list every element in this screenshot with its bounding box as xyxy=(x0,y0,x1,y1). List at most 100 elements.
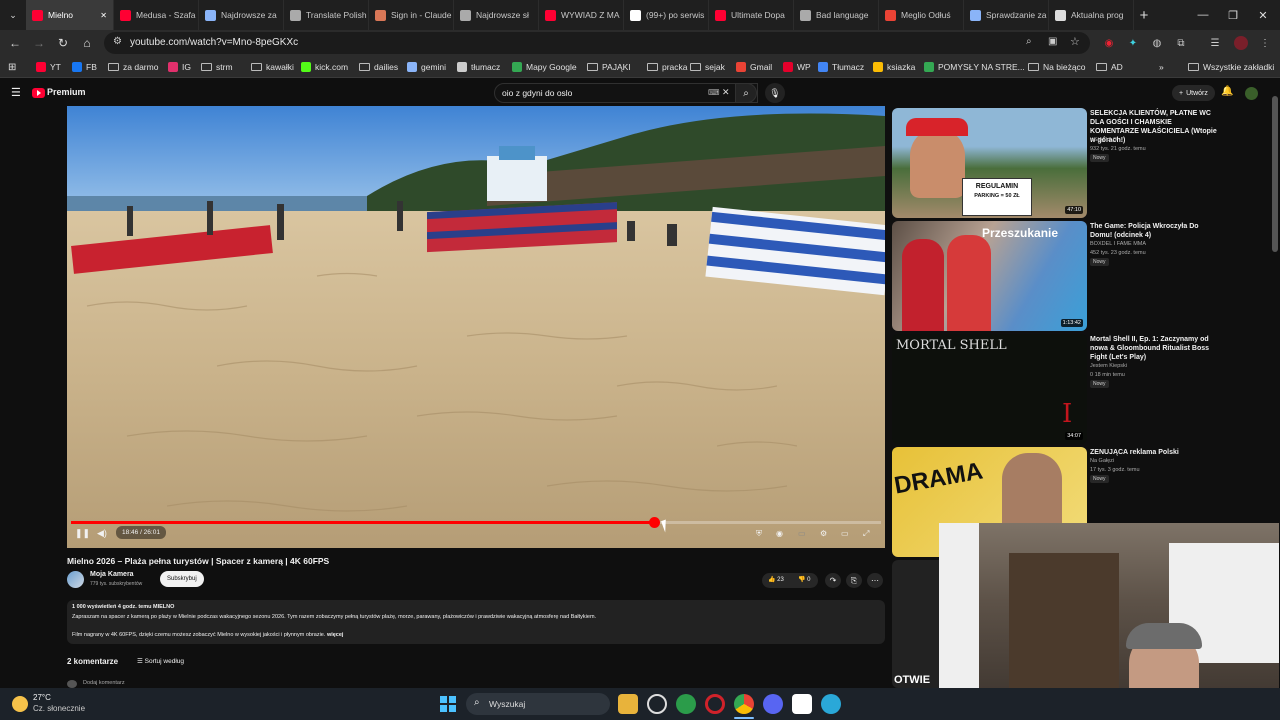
all-bookmarks-folder[interactable]: Wszystkie zakładki xyxy=(1188,60,1274,74)
channel-name[interactable]: Moja Kamera xyxy=(90,571,134,578)
autoplay-toggle-icon[interactable]: ◉ xyxy=(776,529,783,538)
bookmark-10[interactable]: tłumacz xyxy=(457,60,500,74)
hamburger-menu-icon[interactable]: ☰ xyxy=(11,86,21,99)
reading-list-icon[interactable]: ☰ xyxy=(1208,36,1222,50)
browser-tab-5[interactable]: Sign in - Claude xyxy=(369,0,454,30)
weather-desc[interactable]: Cz. słonecznie xyxy=(33,704,85,713)
extension-icon[interactable]: ✦ xyxy=(1126,36,1140,50)
create-button[interactable]: + Utwórz xyxy=(1172,85,1215,101)
rec-thumbnail-3[interactable]: MORTAL SHELL I 34:07 xyxy=(892,334,1087,444)
channel-avatar[interactable] xyxy=(67,571,84,588)
menu-kebab-icon[interactable]: ⋮ xyxy=(1258,36,1272,50)
record-extension-icon[interactable]: ◉ xyxy=(1102,36,1116,50)
close-window-button[interactable]: ✕ xyxy=(1244,0,1280,30)
browser-tab-8[interactable]: (99+) po serwis xyxy=(624,0,709,30)
bookmark-18[interactable]: ksiazka xyxy=(873,60,915,74)
search-button-icon[interactable]: ⌕ xyxy=(735,83,757,103)
extensions-puzzle-icon[interactable]: ⧉ xyxy=(1174,36,1188,50)
bookmark-6[interactable]: kawałki xyxy=(251,60,294,74)
browser-tab-6[interactable]: Najdrowsze sł xyxy=(454,0,539,30)
url-text[interactable]: youtube.com/watch?v=Mno-8peGKXc xyxy=(130,37,298,48)
rec-thumbnail-1[interactable]: REGULAMIN PARKING = 50 ZŁ 47:10 xyxy=(892,108,1087,218)
bookmark-17[interactable]: Tłumacz xyxy=(818,60,864,74)
volume-icon[interactable]: ◀) xyxy=(97,528,107,539)
rec-title-2[interactable]: The Game: Policja Wkroczyła Do Domu! (od… xyxy=(1090,222,1220,240)
youtube-logo-icon[interactable] xyxy=(32,88,45,98)
tab-search-chevron-icon[interactable]: ⌄ xyxy=(0,0,26,30)
dislike-button[interactable]: 👎 0 xyxy=(798,576,810,583)
browser-tab-3[interactable]: Najdrowsze za xyxy=(199,0,284,30)
rec-channel-3[interactable]: Jestem Kiepski xyxy=(1090,363,1127,369)
fullscreen-icon[interactable]: ⤢ xyxy=(863,529,869,539)
chrome-icon[interactable] xyxy=(734,694,754,714)
add-comment-input[interactable]: Dodaj komentarz xyxy=(83,680,125,686)
profile-avatar-icon[interactable] xyxy=(1234,36,1248,50)
bookmarks-overflow-icon[interactable]: » xyxy=(1159,60,1164,74)
zoom-icon[interactable]: ⌕ xyxy=(1026,36,1032,47)
bookmark-9[interactable]: gemini xyxy=(407,60,446,74)
more-actions-icon[interactable]: ⋯ xyxy=(867,573,883,588)
youtube-search-input[interactable]: oio z gdyni do oslo ⌨ ✕ xyxy=(494,83,758,103)
rec-title-4[interactable]: ZENUJĄCA reklama Polski xyxy=(1090,448,1220,457)
bookmark-3[interactable]: za darmo xyxy=(108,60,158,74)
browser-tab-4[interactable]: Translate Polish xyxy=(284,0,369,30)
apps-grid-icon[interactable]: ⊞ xyxy=(8,60,16,74)
bookmark-2[interactable]: FB xyxy=(72,60,97,74)
notifications-bell-icon[interactable]: 🔔 xyxy=(1221,86,1233,97)
rec-channel-2[interactable]: BOXDEL I FAME MMA xyxy=(1090,241,1146,247)
pause-icon[interactable]: ❚❚ xyxy=(75,528,90,539)
browser-tab-10[interactable]: Bad language xyxy=(794,0,879,30)
show-more-link[interactable]: więcej xyxy=(327,632,344,638)
page-scrollbar[interactable] xyxy=(1272,96,1278,252)
bookmark-star-icon[interactable]: ☆ xyxy=(1070,35,1080,48)
rec-channel-1[interactable]: KSIĄŻULO xyxy=(1090,137,1117,143)
sort-comments-button[interactable]: ☰ Sortuj według xyxy=(137,657,184,665)
like-button[interactable]: 👍 23 xyxy=(768,576,784,583)
extension-icon-2[interactable]: ◍ xyxy=(1150,36,1164,50)
bookmark-11[interactable]: Mapy Google xyxy=(512,60,577,74)
browser-app-icon[interactable] xyxy=(676,694,696,714)
browser-tab-11[interactable]: Meglio Odłuś xyxy=(879,0,964,30)
browser-tab-2[interactable]: Medusa - Szafa xyxy=(114,0,199,30)
new-tab-button[interactable]: + xyxy=(1125,0,1163,30)
bookmark-8[interactable]: dailies xyxy=(359,60,398,74)
address-bar[interactable]: ⚙ youtube.com/watch?v=Mno-8peGKXc ⌕ ▣ ☆ xyxy=(104,32,1090,54)
rec-channel-4[interactable]: Na Gałęzi xyxy=(1090,458,1114,464)
install-app-icon[interactable]: ▣ xyxy=(1048,36,1057,47)
bookmark-15[interactable]: Gmail xyxy=(736,60,772,74)
youtube-logo-text[interactable]: Premium xyxy=(47,87,86,97)
weather-temp[interactable]: 27°C xyxy=(33,693,51,702)
description-box[interactable]: 1 000 wyświetleń 4 godz. temu MIELNO Zap… xyxy=(67,600,885,644)
bookmark-12[interactable]: PAJĄKI xyxy=(587,60,631,74)
bookmark-13[interactable]: pracka xyxy=(647,60,688,74)
subtitles-icon[interactable]: ▭ xyxy=(798,529,806,538)
subscribe-button[interactable]: Subskrybuj xyxy=(160,571,204,587)
bookmark-4[interactable]: IG xyxy=(168,60,191,74)
account-avatar[interactable] xyxy=(1245,87,1258,100)
bookmark-7[interactable]: kick.com xyxy=(301,60,348,74)
share-icon[interactable]: ↷ xyxy=(825,573,841,588)
bookmark-5[interactable]: strm xyxy=(201,60,233,74)
rec-title-3[interactable]: Mortal Shell II, Ep. 1: Zaczynamy od now… xyxy=(1090,335,1220,362)
opera-icon[interactable] xyxy=(705,694,725,714)
file-explorer-icon[interactable] xyxy=(618,694,638,714)
windows-start-icon[interactable] xyxy=(440,696,456,712)
browser-tab-7[interactable]: WYWIAD Z MA xyxy=(539,0,624,30)
browser-tab-13[interactable]: Aktualna prog xyxy=(1049,0,1134,30)
browser-tab-12[interactable]: Sprawdzanie za xyxy=(964,0,1049,30)
bookmark-14[interactable]: sejak xyxy=(690,60,725,74)
close-tab-icon[interactable]: ✕ xyxy=(100,11,107,20)
bookmark-16[interactable]: WP xyxy=(783,60,811,74)
theater-mode-icon[interactable]: ▭ xyxy=(841,529,849,538)
home-icon[interactable]: ⌂ xyxy=(78,34,96,52)
site-info-icon[interactable]: ⚙ xyxy=(113,36,122,47)
bookmark-20[interactable]: Na bieżąco xyxy=(1028,60,1086,74)
forward-arrow-icon[interactable]: → xyxy=(30,34,48,52)
taskbar-search-input[interactable]: ⌕ Wyszukaj xyxy=(466,693,610,715)
microphone-icon[interactable]: 🎙 xyxy=(765,83,785,103)
app-store-icon[interactable] xyxy=(792,694,812,714)
bookmark-1[interactable]: YT xyxy=(36,60,61,74)
video-player[interactable] xyxy=(67,106,885,548)
app-icon[interactable] xyxy=(647,694,667,714)
reload-icon[interactable]: ↻ xyxy=(54,34,72,52)
